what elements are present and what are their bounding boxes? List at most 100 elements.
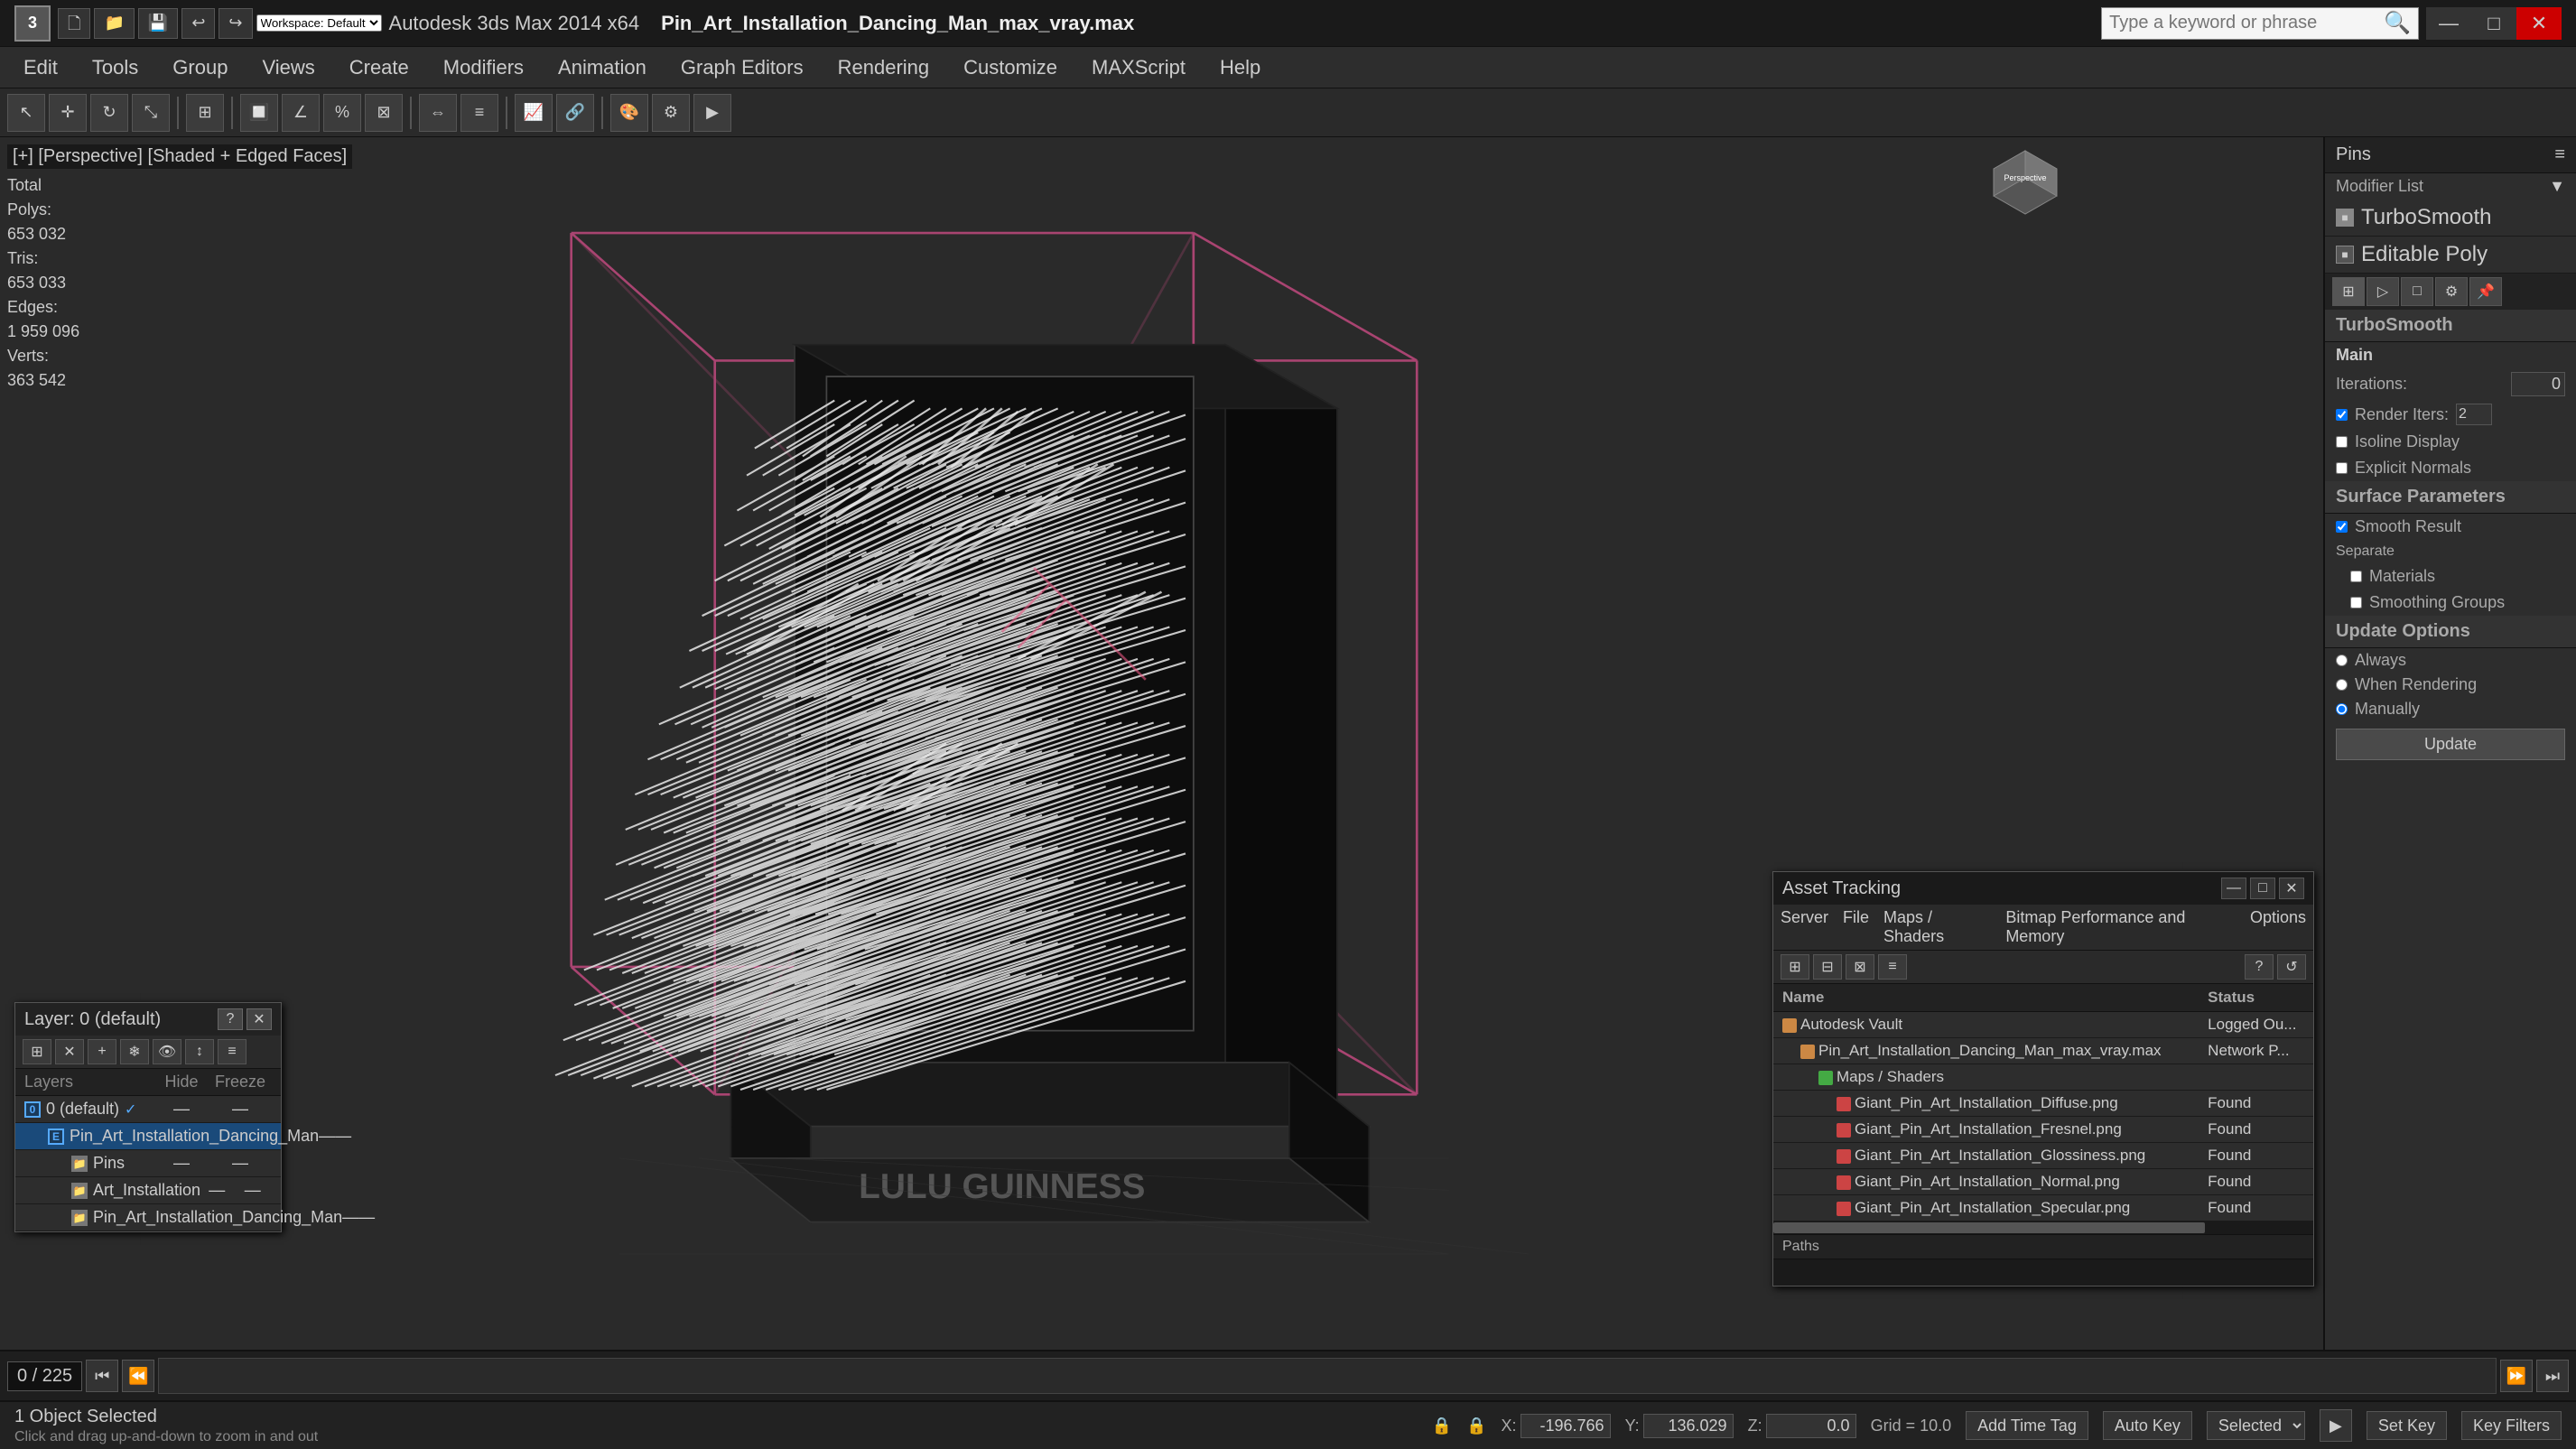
tab-pin[interactable]: 📌 <box>2469 277 2502 306</box>
menu-item-customize[interactable]: Customize <box>947 51 1074 85</box>
asset-row[interactable]: Giant_Pin_Art_Installation_Normal.pngFou… <box>1773 1169 2313 1195</box>
materials-checkbox[interactable] <box>2350 571 2362 582</box>
editable-poly-modifier[interactable]: ■ Editable Poly <box>2325 237 2576 274</box>
tab-motion[interactable]: ▷ <box>2367 277 2399 306</box>
menu-item-animation[interactable]: Animation <box>542 51 663 85</box>
asset-menu-paths[interactable]: Maps / Shaders <box>1883 908 1991 946</box>
snap-icon[interactable]: 🔒 <box>1432 1416 1452 1435</box>
spinner-snap[interactable]: ⊠ <box>365 94 403 132</box>
render-iters-checkbox[interactable] <box>2336 409 2348 421</box>
play-btn[interactable]: ▶ <box>2320 1409 2352 1442</box>
menu-item-edit[interactable]: Edit <box>7 51 74 85</box>
menu-item-graph-editors[interactable]: Graph Editors <box>665 51 820 85</box>
asset-row[interactable]: Pin_Art_Installation_Dancing_Man_max_vra… <box>1773 1038 2313 1064</box>
rotate-tool[interactable]: ↻ <box>90 94 128 132</box>
always-radio[interactable] <box>2336 655 2348 666</box>
layer-hide-btn[interactable]: 👁 <box>153 1039 181 1064</box>
close-btn[interactable]: ✕ <box>2516 7 2562 40</box>
menu-item-rendering[interactable]: Rendering <box>822 51 946 85</box>
selected-mode-select[interactable]: Selected <box>2207 1411 2305 1440</box>
scale-tool[interactable]: ⤡ <box>132 94 170 132</box>
asset-tool-4[interactable]: ≡ <box>1878 954 1907 980</box>
layer-close-btn[interactable]: ✕ <box>246 1008 272 1030</box>
menu-item-maxscript[interactable]: MAXScript <box>1075 51 1202 85</box>
layer-row-pin-art-dancing[interactable]: 📁 Pin_Art_Installation_Dancing_Man — — <box>15 1204 281 1231</box>
when-rendering-radio[interactable] <box>2336 679 2348 691</box>
asset-path-input[interactable] <box>1773 1262 2313 1288</box>
menu-item-tools[interactable]: Tools <box>76 51 154 85</box>
search-input[interactable] <box>2109 13 2380 33</box>
layer-move-btn[interactable]: ↕ <box>185 1039 214 1064</box>
set-key-btn[interactable]: Set Key <box>2367 1411 2447 1440</box>
menu-item-help[interactable]: Help <box>1204 51 1277 85</box>
save-btn[interactable]: 💾 <box>138 8 178 39</box>
ref-coord-select[interactable]: ⊞ <box>186 94 224 132</box>
asset-menu-server[interactable]: Server <box>1781 908 1828 946</box>
timeline-prev-btn[interactable]: ⏪ <box>122 1360 154 1392</box>
asset-row[interactable]: Giant_Pin_Art_Installation_Diffuse.pngFo… <box>1773 1091 2313 1117</box>
asset-menu-options[interactable]: Options <box>2250 908 2306 946</box>
material-editor[interactable]: 🎨 <box>610 94 648 132</box>
asset-menu-file[interactable]: File <box>1843 908 1869 946</box>
asset-tool-2[interactable]: ⊟ <box>1813 954 1842 980</box>
undo-btn[interactable]: ↩ <box>181 8 215 39</box>
layer-row-pins[interactable]: 📁 Pins — — <box>15 1150 281 1177</box>
schematic-view[interactable]: 🔗 <box>556 94 594 132</box>
turbosmooth-modifier[interactable]: ■ TurboSmooth <box>2325 200 2576 237</box>
asset-row[interactable]: Maps / Shaders <box>1773 1064 2313 1091</box>
mirror-tool[interactable]: ⇔ <box>419 94 457 132</box>
auto-key-btn[interactable]: Auto Key <box>2103 1411 2192 1440</box>
asset-close-btn[interactable]: ✕ <box>2279 878 2304 899</box>
layer-row-default[interactable]: 0 0 (default) ✓ — — <box>15 1096 281 1123</box>
layer-select-btn[interactable]: ⊞ <box>23 1039 51 1064</box>
tab-utilities[interactable]: ⚙ <box>2435 277 2468 306</box>
isoline-checkbox[interactable] <box>2336 436 2348 448</box>
render-setup[interactable]: ⚙ <box>652 94 690 132</box>
menu-item-modifiers[interactable]: Modifiers <box>427 51 540 85</box>
layer-help-btn[interactable]: ? <box>218 1008 243 1030</box>
asset-row[interactable]: Giant_Pin_Art_Installation_Specular.pngF… <box>1773 1195 2313 1221</box>
menu-item-views[interactable]: Views <box>246 51 330 85</box>
asset-restore-btn[interactable]: □ <box>2250 878 2275 899</box>
new-btn[interactable]: 🗋 <box>58 8 90 39</box>
layer-freeze-btn[interactable]: ❄ <box>120 1039 149 1064</box>
search-box[interactable]: 🔍 <box>2101 7 2419 40</box>
open-btn[interactable]: 📁 <box>94 8 134 39</box>
redo-btn[interactable]: ↪ <box>219 8 252 39</box>
smoothing-groups-checkbox[interactable] <box>2350 597 2362 608</box>
asset-minimize-btn[interactable]: — <box>2221 878 2246 899</box>
layer-row-art-installation[interactable]: 📁 Art_Installation — — <box>15 1177 281 1204</box>
tab-hierarchy[interactable]: ⊞ <box>2332 277 2365 306</box>
asset-tool-help[interactable]: ? <box>2245 954 2274 980</box>
y-input[interactable] <box>1643 1414 1734 1438</box>
add-time-tag-btn[interactable]: Add Time Tag <box>1966 1411 2088 1440</box>
timeline-start-btn[interactable]: ⏮ <box>86 1360 118 1392</box>
panel-options-icon[interactable]: ≡ <box>2554 144 2565 165</box>
move-tool[interactable]: ✛ <box>49 94 87 132</box>
orientation-cube[interactable]: Perspective <box>1989 146 2061 218</box>
minimize-btn[interactable]: — <box>2426 7 2471 40</box>
curve-editor[interactable]: 📈 <box>515 94 553 132</box>
asset-menu-bitmap[interactable]: Bitmap Performance and Memory <box>2005 908 2236 946</box>
smooth-result-checkbox[interactable] <box>2336 521 2348 533</box>
asset-row[interactable]: Autodesk VaultLogged Ou... <box>1773 1012 2313 1038</box>
asset-row[interactable]: Giant_Pin_Art_Installation_Fresnel.pngFo… <box>1773 1117 2313 1143</box>
menu-item-group[interactable]: Group <box>156 51 244 85</box>
workspace-selector[interactable]: Workspace: Default <box>256 14 382 32</box>
update-button[interactable]: Update <box>2336 729 2565 760</box>
quick-render[interactable]: ▶ <box>693 94 731 132</box>
layer-add-btn[interactable]: + <box>88 1039 116 1064</box>
explicit-normals-checkbox[interactable] <box>2336 462 2348 474</box>
render-iters-input[interactable] <box>2456 404 2492 425</box>
timeline-next-btn[interactable]: ⏩ <box>2500 1360 2533 1392</box>
snap-toggle[interactable]: 🔲 <box>240 94 278 132</box>
align-tool[interactable]: ≡ <box>460 94 498 132</box>
timeline-end-btn[interactable]: ⏭ <box>2536 1360 2569 1392</box>
asset-tool-refresh[interactable]: ↺ <box>2277 954 2306 980</box>
percent-snap[interactable]: % <box>323 94 361 132</box>
tab-display[interactable]: □ <box>2401 277 2433 306</box>
asset-tool-3[interactable]: ⊠ <box>1846 954 1874 980</box>
timeline-track[interactable] <box>158 1358 2497 1394</box>
manually-radio[interactable] <box>2336 703 2348 715</box>
maximize-btn[interactable]: □ <box>2471 7 2516 40</box>
